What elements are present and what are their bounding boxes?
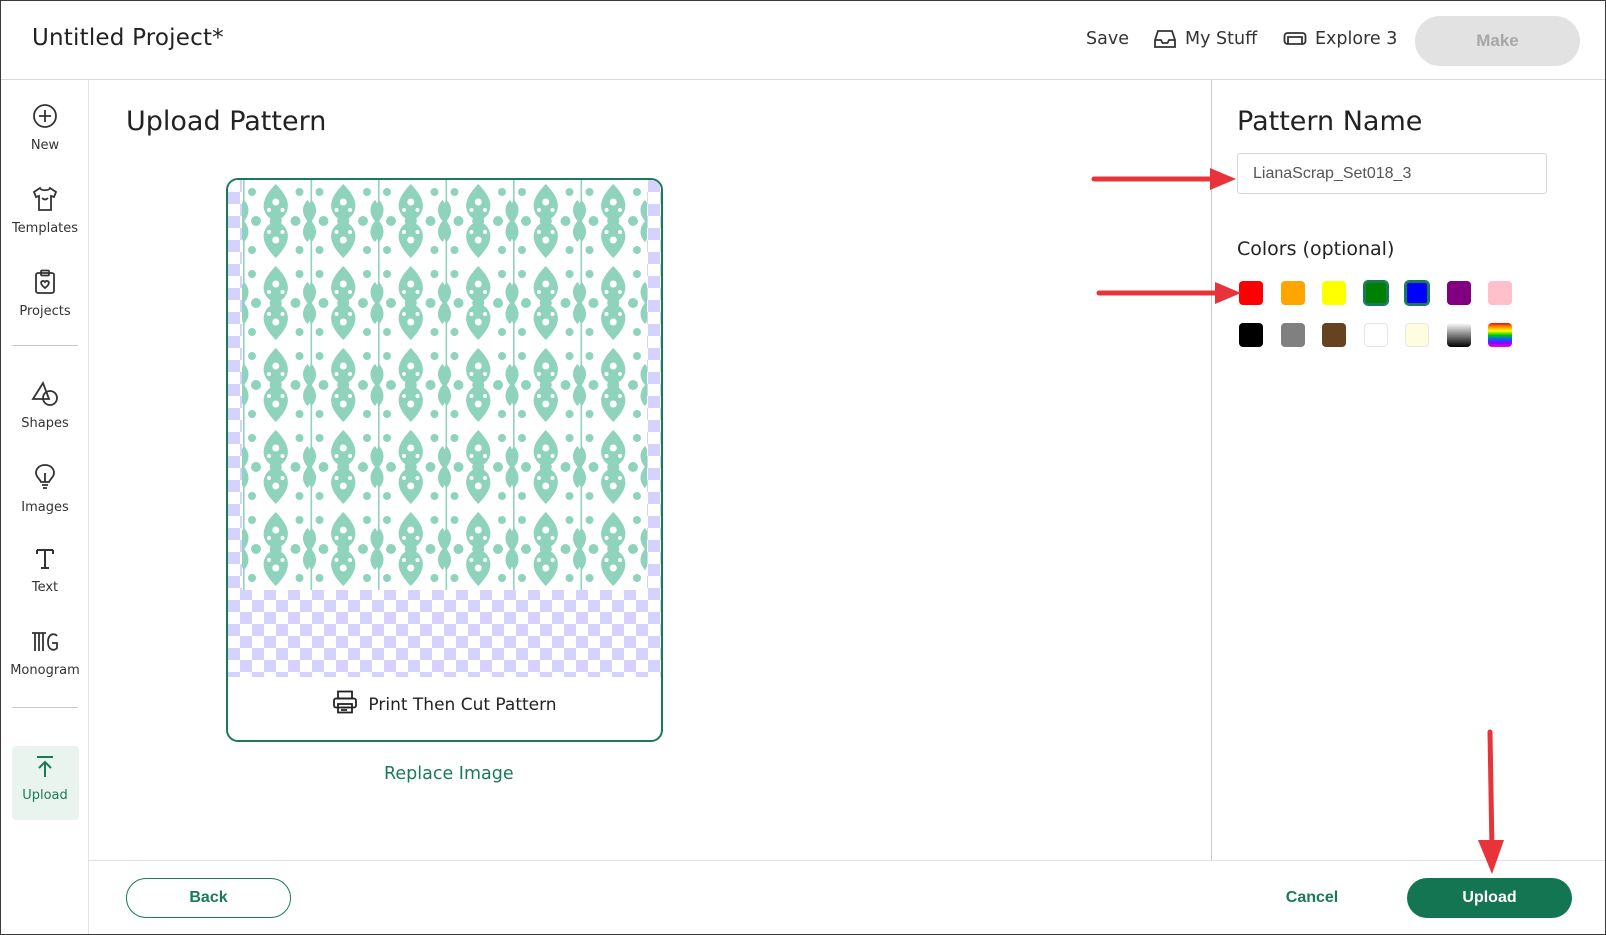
machine-label: Explore 3 [1315, 29, 1398, 49]
color-swatch-green[interactable] [1362, 280, 1389, 306]
save-button[interactable]: Save [1086, 29, 1129, 49]
sidebar-item-monogram[interactable]: Monogram [1, 630, 89, 678]
pattern-type-label: Print Then Cut Pattern [228, 690, 661, 719]
back-button[interactable]: Back [126, 878, 291, 918]
sidebar-item-new[interactable]: New [1, 103, 89, 153]
plus-circle-icon [32, 103, 58, 133]
sidebar-item-text[interactable]: Text [1, 547, 89, 595]
color-swatch-gray[interactable] [1280, 322, 1305, 347]
footer-divider [89, 860, 1605, 861]
damask-pattern-image [242, 180, 647, 590]
pattern-type-text: Print Then Cut Pattern [368, 694, 557, 715]
color-swatch-black-white-gradient[interactable] [1446, 322, 1471, 347]
inbox-icon [1153, 29, 1177, 49]
left-sidebar: New Templates Projects Shapes Images Tex… [1, 80, 89, 934]
sidebar-item-templates[interactable]: Templates [1, 186, 89, 236]
cancel-button[interactable]: Cancel [1262, 878, 1362, 918]
text-t-icon [34, 547, 56, 575]
make-button[interactable]: Make [1415, 16, 1580, 66]
sidebar-divider [12, 707, 78, 708]
sidebar-item-label: Shapes [21, 416, 69, 431]
color-swatch-yellow[interactable] [1322, 281, 1346, 305]
upload-button[interactable]: Upload [1407, 878, 1572, 918]
color-swatch-purple[interactable] [1446, 281, 1471, 305]
sidebar-item-label: Projects [19, 304, 71, 319]
color-swatch-pink[interactable] [1488, 281, 1512, 305]
color-swatch-black[interactable] [1239, 322, 1263, 347]
top-bar: Untitled Project* Save My Stuff Explore … [1, 1, 1605, 80]
sidebar-item-label: Templates [11, 221, 79, 236]
sidebar-item-shapes[interactable]: Shapes [1, 380, 89, 431]
printer-icon [332, 690, 358, 719]
panel-divider [1211, 80, 1212, 860]
my-stuff-label: My Stuff [1185, 29, 1258, 49]
clipboard-heart-icon [33, 269, 57, 299]
pattern-name-input[interactable] [1237, 153, 1547, 194]
page-title: Upload Pattern [126, 106, 327, 137]
sidebar-item-label: Text [31, 580, 59, 595]
color-swatch-brown[interactable] [1322, 322, 1346, 347]
lightbulb-icon [33, 463, 57, 495]
color-swatch-rainbow[interactable] [1488, 322, 1512, 347]
sidebar-item-images[interactable]: Images [1, 463, 89, 515]
machine-selector[interactable]: Explore 3 [1283, 29, 1397, 49]
cutting-machine-icon [1283, 30, 1307, 48]
replace-image-link[interactable]: Replace Image [384, 764, 514, 784]
sidebar-item-label: Upload [22, 788, 68, 803]
sidebar-item-projects[interactable]: Projects [1, 269, 89, 319]
sidebar-item-label: Images [21, 500, 69, 515]
sidebar-divider [12, 345, 78, 346]
color-swatch-cream[interactable] [1405, 322, 1429, 347]
color-swatch-orange[interactable] [1280, 281, 1305, 305]
color-swatch-blue[interactable] [1404, 280, 1430, 306]
sidebar-item-label: Monogram [10, 663, 80, 678]
upload-arrow-icon [34, 755, 56, 783]
color-swatch-white[interactable] [1363, 322, 1388, 347]
my-stuff-button[interactable]: My Stuff [1153, 29, 1257, 49]
colors-heading: Colors (optional) [1237, 238, 1395, 260]
shapes-icon [31, 380, 59, 411]
tshirt-icon [31, 186, 59, 216]
sidebar-item-upload[interactable]: Upload [1, 755, 89, 803]
sidebar-item-label: New [30, 138, 60, 153]
project-title: Untitled Project* [32, 25, 224, 51]
color-swatch-red[interactable] [1239, 281, 1263, 305]
pattern-preview-card[interactable]: Print Then Cut Pattern [226, 178, 663, 742]
monogram-icon [30, 630, 60, 658]
pattern-name-heading: Pattern Name [1237, 106, 1423, 137]
save-label: Save [1086, 29, 1129, 49]
